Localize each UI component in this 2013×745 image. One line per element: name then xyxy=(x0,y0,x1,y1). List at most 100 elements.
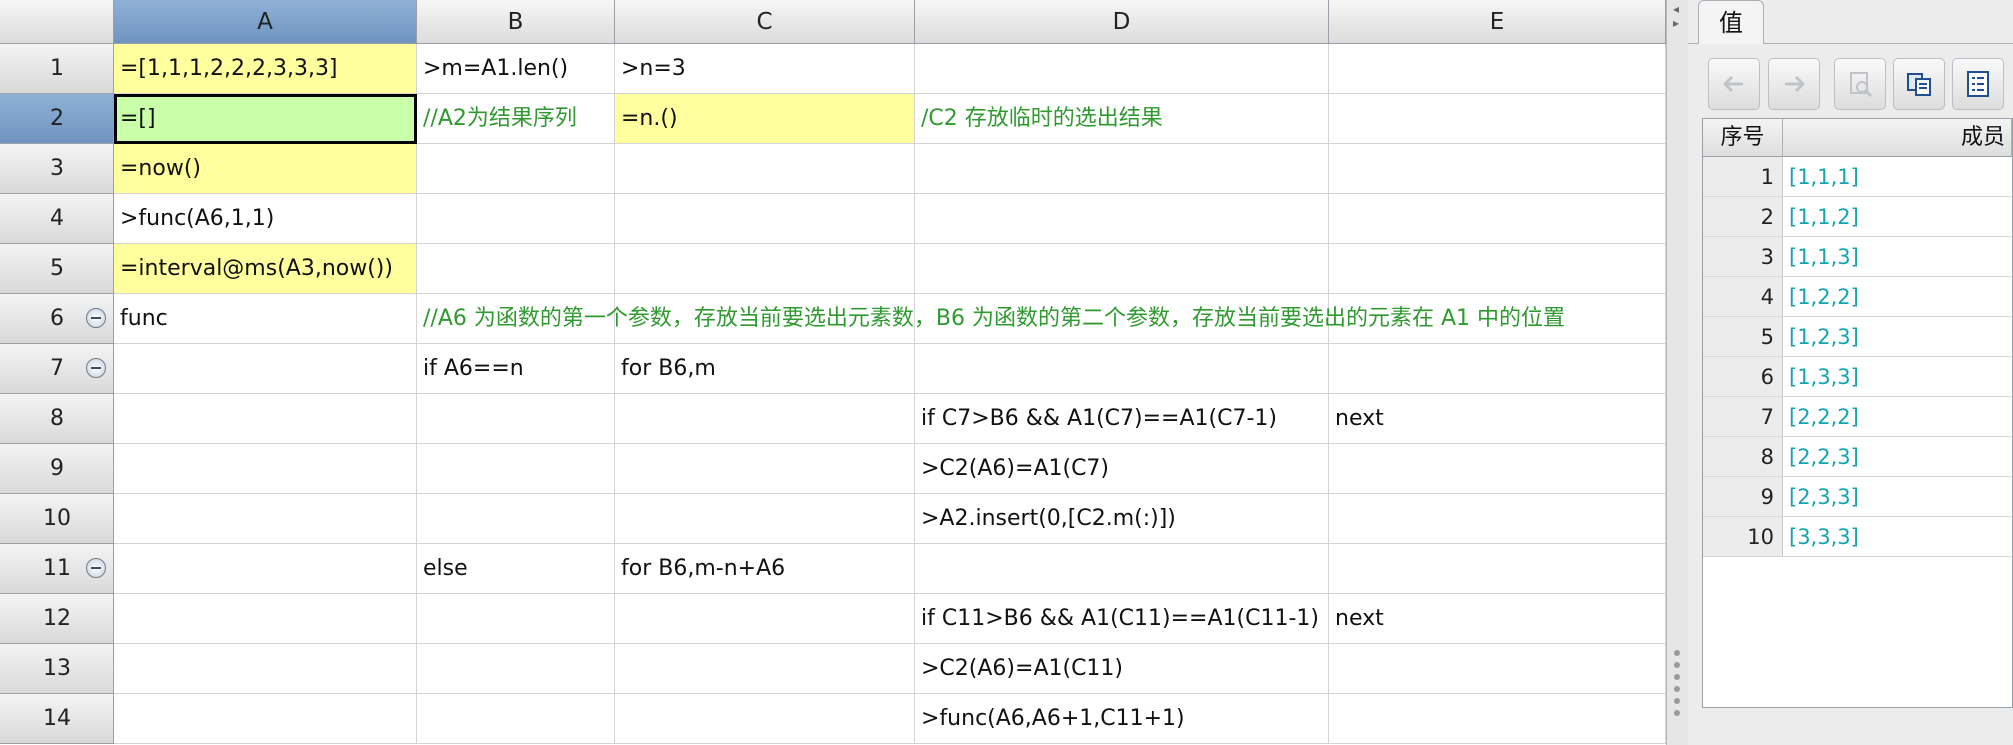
cell-a3[interactable]: =now() xyxy=(114,144,417,194)
cell-a11[interactable] xyxy=(114,544,417,594)
select-all-corner[interactable] xyxy=(0,0,114,44)
row-header-4[interactable]: 4 xyxy=(0,194,114,244)
cell-a7[interactable] xyxy=(114,344,417,394)
cell-d2[interactable]: /C2 存放临时的选出结果 xyxy=(915,94,1329,144)
value-row-member[interactable]: [1,1,3] xyxy=(1783,237,2012,277)
expand-right-icon[interactable]: ▸ xyxy=(1673,16,1679,30)
collapse-icon[interactable] xyxy=(86,358,106,378)
row-header-13[interactable]: 13 xyxy=(0,644,114,694)
cell-c12[interactable] xyxy=(615,594,915,644)
forward-button[interactable] xyxy=(1768,58,1820,110)
cell-b9[interactable] xyxy=(417,444,615,494)
cell-b8[interactable] xyxy=(417,394,615,444)
cell-d5[interactable] xyxy=(915,244,1329,294)
row-header-3[interactable]: 3 xyxy=(0,144,114,194)
column-header-c[interactable]: C xyxy=(615,0,915,44)
cell-b6[interactable]: //A6 为函数的第一个参数，存放当前要选出元素数，B6 为函数的第二个参数，存… xyxy=(417,294,1565,344)
copy-button[interactable] xyxy=(1893,58,1945,110)
row-header-1[interactable]: 1 xyxy=(0,44,114,94)
value-row-member[interactable]: [1,1,1] xyxy=(1783,157,2012,197)
cell-e4[interactable] xyxy=(1329,194,1666,244)
cell-c1[interactable]: >n=3 xyxy=(615,44,915,94)
cell-a4[interactable]: >func(A6,1,1) xyxy=(114,194,417,244)
cell-a14[interactable] xyxy=(114,694,417,744)
row-header-11[interactable]: 11 xyxy=(0,544,114,594)
cell-a8[interactable] xyxy=(114,394,417,444)
zoom-button[interactable] xyxy=(1834,58,1886,110)
column-header-a[interactable]: A xyxy=(114,0,417,44)
tab-value[interactable]: 值 xyxy=(1698,0,1764,44)
splitter[interactable]: ◂ ▸ xyxy=(1666,0,1689,745)
row-header-12[interactable]: 12 xyxy=(0,594,114,644)
cell-a9[interactable] xyxy=(114,444,417,494)
cell-a12[interactable] xyxy=(114,594,417,644)
column-header-b[interactable]: B xyxy=(417,0,615,44)
cell-e5[interactable] xyxy=(1329,244,1666,294)
cell-a5[interactable]: =interval@ms(A3,now()) xyxy=(114,244,417,294)
cell-c2[interactable]: =n.() xyxy=(615,94,915,144)
value-row-member[interactable]: [1,3,3] xyxy=(1783,357,2012,397)
cell-c4[interactable] xyxy=(615,194,915,244)
cell-d8[interactable]: if C7>B6 && A1(C7)==A1(C7-1) xyxy=(915,394,1329,444)
cell-d12[interactable]: if C11>B6 && A1(C11)==A1(C11-1) xyxy=(915,594,1329,644)
row-header-10[interactable]: 10 xyxy=(0,494,114,544)
cell-a10[interactable] xyxy=(114,494,417,544)
cell-b10[interactable] xyxy=(417,494,615,544)
cell-e10[interactable] xyxy=(1329,494,1666,544)
cell-e9[interactable] xyxy=(1329,444,1666,494)
cell-e11[interactable] xyxy=(1329,544,1666,594)
value-row-member[interactable]: [2,3,3] xyxy=(1783,477,2012,517)
cell-d13[interactable]: >C2(A6)=A1(C11) xyxy=(915,644,1329,694)
row-header-5[interactable]: 5 xyxy=(0,244,114,294)
collapse-icon[interactable] xyxy=(86,308,106,328)
cell-e12[interactable]: next xyxy=(1329,594,1666,644)
row-header-14[interactable]: 14 xyxy=(0,694,114,744)
cell-d10[interactable]: >A2.insert(0,[C2.m(:)]) xyxy=(915,494,1329,544)
cell-e7[interactable] xyxy=(1329,344,1666,394)
cell-c8[interactable] xyxy=(615,394,915,444)
row-header-8[interactable]: 8 xyxy=(0,394,114,444)
cell-b7[interactable]: if A6==n xyxy=(417,344,615,394)
cell-c3[interactable] xyxy=(615,144,915,194)
cell-e13[interactable] xyxy=(1329,644,1666,694)
row-header-6[interactable]: 6 xyxy=(0,294,114,344)
row-header-7[interactable]: 7 xyxy=(0,344,114,394)
cell-d9[interactable]: >C2(A6)=A1(C7) xyxy=(915,444,1329,494)
value-table[interactable]: 序号 成员 1 [1,1,1] 2 [1,1,2] 3 [1,1,3] 4 [1,2,2] 5[… xyxy=(1702,118,2013,708)
value-row-member[interactable]: [1,1,2] xyxy=(1783,197,2012,237)
header-index[interactable]: 序号 xyxy=(1703,119,1783,157)
cell-e2[interactable] xyxy=(1329,94,1666,144)
row-header-9[interactable]: 9 xyxy=(0,444,114,494)
cell-a1[interactable]: =[1,1,1,2,2,2,3,3,3] xyxy=(114,44,417,94)
cell-c14[interactable] xyxy=(615,694,915,744)
cell-b4[interactable] xyxy=(417,194,615,244)
value-row-member[interactable]: [3,3,3] xyxy=(1783,517,2012,557)
cell-c5[interactable] xyxy=(615,244,915,294)
expand-left-icon[interactable]: ◂ xyxy=(1673,2,1679,16)
cell-d4[interactable] xyxy=(915,194,1329,244)
cell-b14[interactable] xyxy=(417,694,615,744)
cell-e3[interactable] xyxy=(1329,144,1666,194)
cell-d11[interactable] xyxy=(915,544,1329,594)
cell-d7[interactable] xyxy=(915,344,1329,394)
list-button[interactable] xyxy=(1952,58,2004,110)
cell-b13[interactable] xyxy=(417,644,615,694)
cell-e14[interactable] xyxy=(1329,694,1666,744)
cell-d14[interactable]: >func(A6,A6+1,C11+1) xyxy=(915,694,1329,744)
cell-b1[interactable]: >m=A1.len() xyxy=(417,44,615,94)
cell-b12[interactable] xyxy=(417,594,615,644)
cell-b11[interactable]: else xyxy=(417,544,615,594)
value-row-member[interactable]: [2,2,3] xyxy=(1783,437,2012,477)
cell-e8[interactable]: next xyxy=(1329,394,1666,444)
cell-a13[interactable] xyxy=(114,644,417,694)
cell-b3[interactable] xyxy=(417,144,615,194)
spreadsheet-grid[interactable]: A B C D E 1 =[1,1,1,2,2,2,3,3,3] >m=A1.len() >n=… xyxy=(0,0,1666,745)
row-header-2[interactable]: 2 xyxy=(0,94,114,144)
column-header-d[interactable]: D xyxy=(915,0,1329,44)
cell-d3[interactable] xyxy=(915,144,1329,194)
column-header-e[interactable]: E xyxy=(1329,0,1666,44)
cell-c11[interactable]: for B6,m-n+A6 xyxy=(615,544,915,594)
value-row-member[interactable]: [1,2,3] xyxy=(1783,317,2012,357)
value-row-member[interactable]: [2,2,2] xyxy=(1783,397,2012,437)
cell-c9[interactable] xyxy=(615,444,915,494)
